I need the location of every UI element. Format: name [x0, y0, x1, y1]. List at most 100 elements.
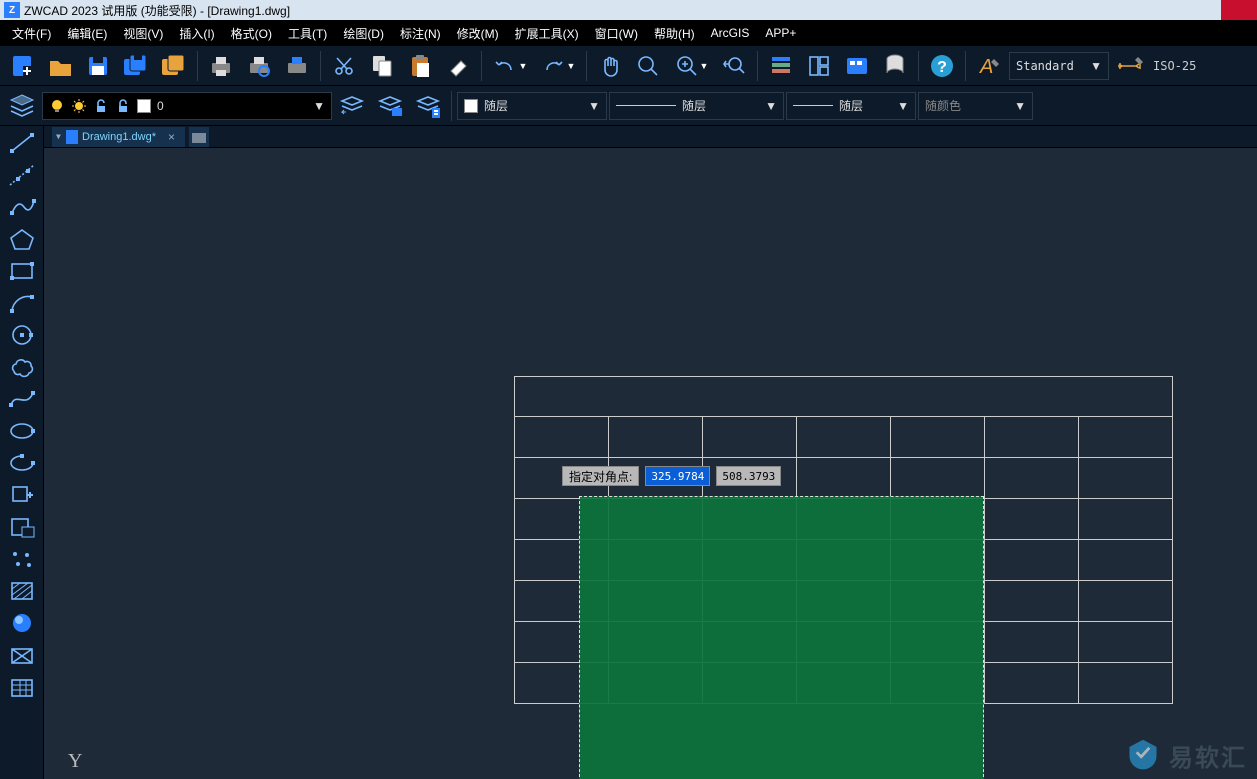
new-button[interactable]: [4, 48, 40, 84]
rectangle-tool[interactable]: [3, 256, 41, 286]
text-style-combo[interactable]: Standard ▼: [1009, 52, 1109, 80]
print-button[interactable]: [203, 48, 239, 84]
construction-line-tool[interactable]: [3, 160, 41, 190]
gradient-tool[interactable]: [3, 608, 41, 638]
layer-combo[interactable]: 0 ▼: [42, 92, 332, 120]
print-preview-button[interactable]: [241, 48, 277, 84]
redo-icon: [541, 56, 567, 76]
hatch-tool[interactable]: [3, 576, 41, 606]
ucs-y-axis-label: Y: [68, 750, 82, 773]
copy-button[interactable]: [364, 48, 400, 84]
line-tool[interactable]: [3, 128, 41, 158]
help-button[interactable]: ?: [924, 48, 960, 84]
menu-edit[interactable]: 编辑(E): [59, 21, 115, 46]
plotstyle-value: 随颜色: [925, 97, 961, 114]
zoom-window-button[interactable]: ▼: [668, 48, 714, 84]
dynamic-x-input[interactable]: 325.9784: [645, 466, 710, 486]
linetype-combo[interactable]: 随层 ▼: [609, 92, 784, 120]
plotstyle-combo[interactable]: 随颜色 ▼: [918, 92, 1033, 120]
separator: [757, 51, 758, 81]
sheet-set-button[interactable]: [877, 48, 913, 84]
undo-button[interactable]: ▼: [487, 48, 533, 84]
save-button[interactable]: [80, 48, 116, 84]
dynamic-input: 指定对角点: 325.9784 508.3793: [562, 466, 781, 486]
pan-button[interactable]: [592, 48, 628, 84]
menu-dimension[interactable]: 标注(N): [392, 21, 449, 46]
tab-close-button[interactable]: ×: [168, 130, 175, 144]
separator: [918, 51, 919, 81]
saveall-button[interactable]: [118, 48, 154, 84]
zoom-prev-icon: [721, 53, 747, 79]
redo-button[interactable]: ▼: [535, 48, 581, 84]
lineweight-value: 随层: [839, 97, 863, 114]
menu-format[interactable]: 格式(O): [223, 21, 280, 46]
design-center-button[interactable]: [801, 48, 837, 84]
window-close-button[interactable]: [1221, 0, 1257, 20]
open-button[interactable]: [42, 48, 78, 84]
lineweight-combo[interactable]: 随层 ▼: [786, 92, 916, 120]
line-sample: [616, 105, 676, 106]
paste-button[interactable]: [402, 48, 438, 84]
menu-express[interactable]: 扩展工具(X): [507, 21, 587, 46]
new-tab-button[interactable]: [189, 127, 209, 147]
point-tool[interactable]: [3, 544, 41, 574]
document-tab[interactable]: Drawing1.dwg* ×: [52, 127, 185, 147]
circle-tool[interactable]: [3, 320, 41, 350]
zoom-realtime-button[interactable]: [630, 48, 666, 84]
layer-iso-icon: [414, 92, 442, 120]
ellipse-arc-tool[interactable]: [3, 448, 41, 478]
plot-icon: [284, 53, 310, 79]
plot-button[interactable]: [279, 48, 315, 84]
ellipse-tool[interactable]: [3, 416, 41, 446]
polygon-tool[interactable]: [3, 224, 41, 254]
arc-tool[interactable]: [3, 288, 41, 318]
layer-manager-button[interactable]: [4, 88, 40, 124]
menu-tools[interactable]: 工具(T): [280, 21, 335, 46]
toolbar-standard: ▼ ▼ ▼ ? A Standard ▼ ISO-25: [0, 46, 1257, 86]
menu-insert[interactable]: 插入(I): [171, 21, 222, 46]
separator: [451, 91, 452, 121]
dynamic-y-input[interactable]: 508.3793: [716, 466, 781, 486]
menu-file[interactable]: 文件(F): [4, 21, 59, 46]
region-tool[interactable]: [3, 640, 41, 670]
layer-previous-button[interactable]: [334, 88, 370, 124]
hand-icon: [597, 53, 623, 79]
cut-button[interactable]: [326, 48, 362, 84]
separator: [320, 51, 321, 81]
layer-states-button[interactable]: [372, 88, 408, 124]
zoom-previous-button[interactable]: [716, 48, 752, 84]
insert-block-tool[interactable]: [3, 480, 41, 510]
menu-modify[interactable]: 修改(M): [449, 21, 507, 46]
svg-text:?: ?: [937, 59, 947, 76]
caret-down-icon: ▼: [588, 99, 600, 113]
layer-isolate-button[interactable]: [410, 88, 446, 124]
erase-button[interactable]: [440, 48, 476, 84]
menu-help[interactable]: 帮助(H): [646, 21, 703, 46]
text-style-button[interactable]: A: [971, 48, 1007, 84]
caret-down-icon: ▼: [1090, 59, 1102, 73]
canvas-area[interactable]: Drawing1.dwg* × 指定对角点: 325: [44, 126, 1257, 779]
dim-style-button[interactable]: [1111, 48, 1147, 84]
drawing-canvas[interactable]: 指定对角点: 325.9784 508.3793 Y 易软汇: [44, 148, 1257, 779]
color-combo[interactable]: 随层 ▼: [457, 92, 607, 120]
layers-icon: [7, 91, 37, 121]
menu-app[interactable]: APP+: [757, 22, 804, 44]
table-tool[interactable]: [3, 672, 41, 702]
separator: [197, 51, 198, 81]
title-bar: Z ZWCAD 2023 试用版 (功能受限) - [Drawing1.dwg]: [0, 0, 1257, 20]
menu-window[interactable]: 窗口(W): [587, 21, 646, 46]
make-block-tool[interactable]: [3, 512, 41, 542]
spline-tool[interactable]: [3, 384, 41, 414]
saveas-button[interactable]: [156, 48, 192, 84]
layer-state-icon: [376, 92, 404, 120]
revision-cloud-tool[interactable]: [3, 352, 41, 382]
color-value: 随层: [484, 97, 508, 114]
help-icon: ?: [929, 53, 955, 79]
menu-draw[interactable]: 绘图(D): [335, 21, 392, 46]
menu-arcgis[interactable]: ArcGIS: [703, 22, 758, 44]
tool-palettes-button[interactable]: [839, 48, 875, 84]
properties-button[interactable]: [763, 48, 799, 84]
polyline-tool[interactable]: [3, 192, 41, 222]
watermark: 易软汇: [1125, 737, 1247, 773]
menu-view[interactable]: 视图(V): [115, 21, 171, 46]
